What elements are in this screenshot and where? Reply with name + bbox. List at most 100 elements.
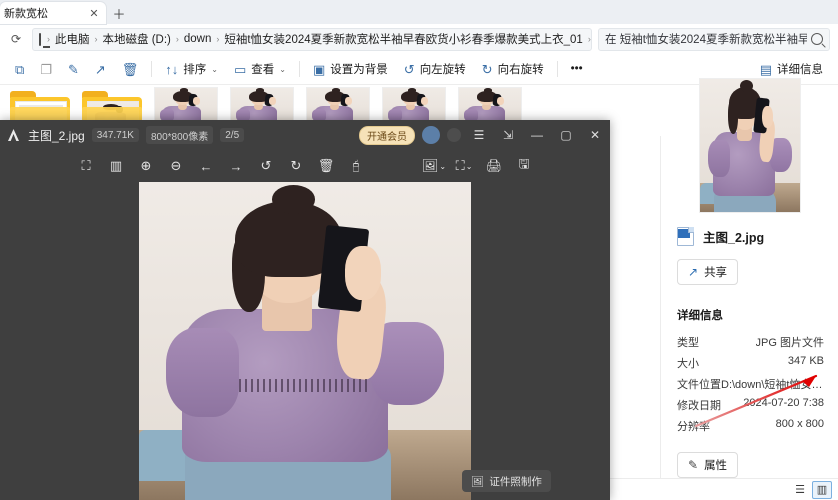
rename-button[interactable]: ✎ [61,57,86,81]
rotate-right-button[interactable]: ↻ [282,153,310,179]
properties-label: 属性 [704,457,727,473]
detail-view-icon[interactable]: ▥ [812,481,832,499]
viewer-title-bar[interactable]: 主图_2.jpg 347.71K 800*800像素 2/5 开通会员 ☰ ⇲ … [0,120,610,150]
new-tab-button[interactable]: ＋ [106,2,132,24]
pin-icon[interactable]: ⇲ [497,125,519,145]
edit-image-icon: 🖼 [422,158,439,174]
more-options-button[interactable]: ••• [564,57,590,81]
breadcrumb-item-2[interactable]: down [184,33,212,45]
rotate-right-button[interactable]: ↻ 向右旋转 [475,57,551,81]
previous-image-button[interactable]: ← [192,153,220,179]
breadcrumb[interactable]: › 此电脑 › 本地磁盘 (D:) › down › 短袖t恤女装2024夏季新… [32,28,592,51]
edit-image-button[interactable]: 🖼 ⌄ [420,153,448,179]
share-icon: ↗ [688,265,698,279]
detail-value: D:\down\短袖t恤女装2024夏... [721,376,824,392]
copy-button[interactable]: ⧉ [8,57,31,81]
photo-viewer-window: 主图_2.jpg 347.71K 800*800像素 2/5 开通会员 ☰ ⇲ … [0,120,610,500]
paste-icon: ❐ [40,63,52,76]
detail-key: 修改日期 [677,397,721,413]
set-as-background-button[interactable]: ▣ 设置为背景 [306,57,395,81]
viewer-toolbar: ⛶ ▥ ⊕ ⊖ ← → ↺ ↻ 🗑 🖯 🖼 ⌄ ⛶ ⌄ 🖨 🖫 [0,150,610,182]
maximize-button[interactable]: ▢ [555,125,577,145]
set-as-background-label: 设置为背景 [330,61,388,77]
refresh-icon[interactable]: ⟳ [6,29,26,49]
fit-screen-button[interactable]: ⛶ [72,153,100,179]
rename-icon: ✎ [68,63,79,76]
share-icon: ↗ [95,63,106,76]
save-button[interactable]: 🖫 [510,153,538,179]
breadcrumb-item-1[interactable]: 本地磁盘 (D:) [103,31,171,47]
close-icon[interactable]: ✕ [88,7,100,20]
search-icon[interactable] [811,33,823,45]
divider [557,61,558,77]
view-label: 查看 [251,61,274,77]
avatar[interactable] [422,126,440,144]
share-button[interactable]: ↗ 共享 [677,259,738,285]
breadcrumb-sep: › [45,34,52,44]
trash-icon: 🗑 [122,63,139,76]
chevron-down-icon: ⌄ [279,65,286,74]
breadcrumb-item-0[interactable]: 此电脑 [55,31,90,47]
sort-button[interactable]: ↑↓ 排序 ⌄ [158,57,225,81]
mouse-mode-button[interactable]: 🖯 [342,153,370,179]
delete-button[interactable]: 🗑 [115,57,146,81]
tab-strip: 新款宽松 ✕ ＋ [0,0,838,24]
share-button[interactable]: ↗ [88,57,113,81]
delete-button[interactable]: 🗑 [312,153,340,179]
tab-folder[interactable]: 新款宽松 ✕ [0,2,106,24]
menu-icon[interactable]: ☰ [468,125,490,145]
chevron-down-icon: ⌄ [466,162,473,171]
compare-button[interactable]: ▥ [102,153,130,179]
sort-icon: ↑↓ [165,63,178,76]
rotate-left-button[interactable]: ↺ [252,153,280,179]
detail-key: 文件位置 [677,376,721,392]
print-button[interactable]: 🖨 [480,153,508,179]
chevron-down-icon: ⌄ [439,162,446,171]
zoom-in-button[interactable]: ⊕ [132,153,160,179]
detail-value: JPG 图片文件 [756,334,824,350]
view-icon: ▭ [234,63,246,76]
crop-button[interactable]: ⛶ ⌄ [450,153,478,179]
details-filename: 主图_2.jpg [703,227,764,246]
this-pc-icon [39,33,41,46]
viewer-image[interactable] [139,182,471,500]
properties-button[interactable]: ✎ 属性 [677,452,738,478]
viewer-filesize-chip: 347.71K [92,128,139,142]
next-image-button[interactable]: → [222,153,250,179]
share-label: 共享 [704,264,727,280]
search-input[interactable]: 在 短袖t恤女装2024夏季新款宽松半袖早春欧货小衫 [598,28,830,51]
view-button[interactable]: ▭ 查看 ⌄ [227,57,293,81]
preview-image [699,78,801,213]
divider [299,61,300,77]
breadcrumb-item-3[interactable]: 短袖t恤女装2024夏季新款宽松半袖早春欧货小衫春季爆款美式上衣_01 [224,31,582,47]
zoom-out-button[interactable]: ⊖ [162,153,190,179]
breadcrumb-sep: › [174,34,181,44]
app-logo-icon [6,128,21,143]
rotate-right-label: 向右旋转 [498,61,544,77]
list-view-icon[interactable]: ☰ [791,482,809,498]
id-photo-icon: 🖼 [471,475,484,488]
viewer-stage [0,182,610,500]
details-label: 详细信息 [777,61,823,77]
wrench-icon: ✎ [688,458,698,472]
detail-row-modified: 修改日期 2024-07-20 7:38 [661,394,838,415]
detail-row-resolution: 分辨率 800 x 800 [661,415,838,436]
minimize-button[interactable]: — [526,125,548,145]
rotate-left-icon: ↺ [404,63,415,76]
chevron-down-icon: ⌄ [211,65,218,74]
detail-value: 800 x 800 [776,418,824,434]
crop-icon: ⛶ [456,158,465,174]
notification-dot-icon[interactable] [447,128,461,142]
ellipsis-icon: ••• [571,63,583,75]
tab-label: 新款宽松 [4,5,48,21]
search-value: 在 短袖t恤女装2024夏季新款宽松半袖早春欧货小衫 [605,31,807,47]
jpg-file-icon [677,227,694,246]
paste-button[interactable]: ❐ [33,57,59,81]
vip-upgrade-button[interactable]: 开通会员 [359,126,415,145]
close-button[interactable]: ✕ [584,125,606,145]
rotate-left-button[interactable]: ↺ 向左旋转 [397,57,473,81]
id-photo-tool-button[interactable]: 🖼 证件照制作 [462,470,551,492]
viewer-filename: 主图_2.jpg [28,127,85,144]
divider [151,61,152,77]
detail-key: 大小 [677,355,699,371]
